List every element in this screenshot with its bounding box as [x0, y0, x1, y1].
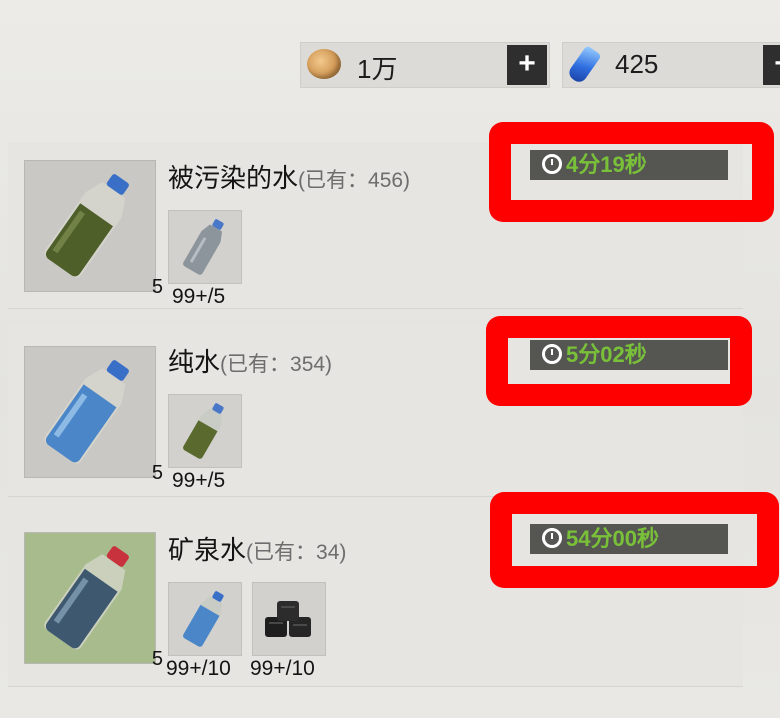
material-count: 99+/10 — [166, 657, 231, 680]
product-slot[interactable]: 5 — [24, 160, 163, 298]
product-slot[interactable]: 5 — [24, 532, 163, 670]
owned-count: (已有：354) — [220, 353, 333, 376]
pure-water-bottle-icon — [183, 591, 224, 647]
highlight-frame — [486, 316, 752, 406]
gem-currency: 425 + — [562, 42, 780, 88]
add-gem-button[interactable]: + — [763, 45, 780, 85]
dirty-water-bottle-icon — [44, 174, 129, 278]
yield-count: 5 — [151, 462, 163, 484]
item-title: 矿泉水 — [168, 535, 247, 565]
gold-amount: 1万 — [357, 54, 398, 84]
mineral-water-bottle-icon — [44, 546, 129, 650]
item-title: 被污染的水 — [168, 163, 299, 193]
item-name: 矿泉水(已有：34) — [168, 530, 346, 567]
owned-count: (已有：456) — [298, 169, 411, 192]
gem-amount: 425 — [615, 49, 659, 79]
currency-bar: 1万 + 425 + — [300, 42, 780, 88]
material-count: 99+/10 — [250, 657, 315, 680]
material-slot[interactable] — [168, 582, 242, 656]
owned-count: (已有：34) — [246, 541, 347, 564]
pure-water-bottle-icon — [44, 360, 129, 464]
yield-count: 5 — [151, 276, 163, 298]
yield-count: 5 — [151, 648, 163, 670]
coin-icon — [307, 49, 341, 79]
item-name: 被污染的水(已有：456) — [168, 158, 410, 195]
dirty-water-bottle-icon — [183, 403, 224, 459]
empty-bottle-icon — [183, 219, 224, 275]
charcoal-icon — [265, 601, 311, 637]
item-title: 纯水 — [168, 347, 221, 377]
gold-currency: 1万 + — [300, 42, 550, 88]
add-gold-button[interactable]: + — [507, 45, 547, 85]
highlight-frame — [489, 122, 774, 222]
gem-icon — [566, 45, 602, 85]
item-name: 纯水(已有：354) — [168, 342, 332, 379]
material-count: 99+/5 — [172, 285, 226, 308]
highlight-frame — [490, 492, 779, 588]
material-count: 99+/5 — [172, 469, 226, 492]
material-slot[interactable] — [252, 582, 326, 656]
product-slot[interactable]: 5 — [24, 346, 163, 484]
material-slot[interactable] — [168, 210, 242, 284]
material-slot[interactable] — [168, 394, 242, 468]
